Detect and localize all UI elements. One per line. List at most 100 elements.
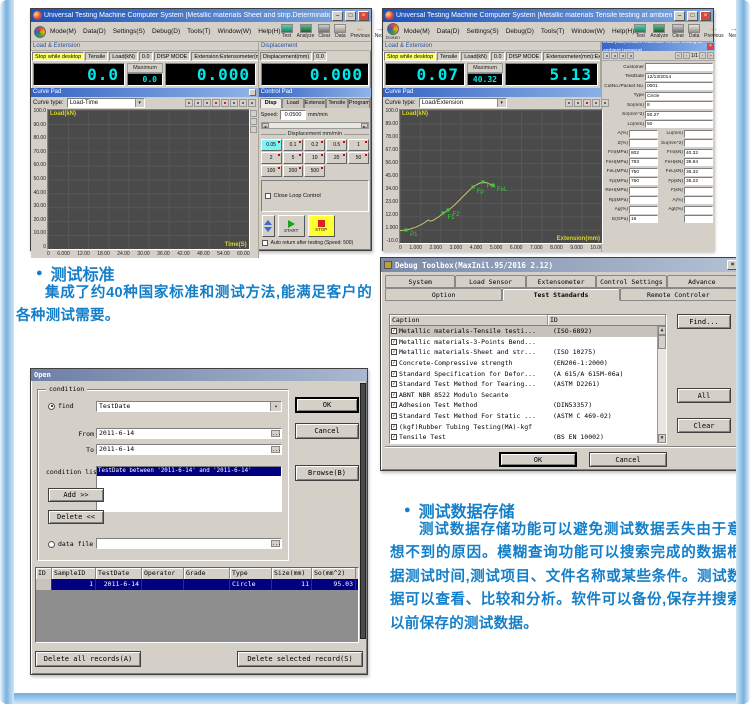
- field-input[interactable]: 0001: [645, 82, 713, 90]
- field-input[interactable]: [684, 196, 713, 204]
- previous-record-icon[interactable]: [683, 52, 690, 59]
- tool-icon[interactable]: [250, 110, 257, 117]
- all-button[interactable]: All: [677, 388, 731, 403]
- field-input[interactable]: 12/13/2014: [645, 73, 713, 81]
- list-header[interactable]: Caption ID: [390, 315, 666, 326]
- field-input[interactable]: 16: [629, 215, 658, 223]
- field-input[interactable]: [645, 63, 713, 71]
- field-input[interactable]: 36.32: [684, 168, 713, 176]
- tool-icon[interactable]: [250, 118, 257, 125]
- titlebar[interactable]: Universal Testing Machine Computer Syste…: [383, 9, 713, 22]
- column-header-3[interactable]: Operator: [142, 568, 184, 579]
- field-input[interactable]: Circle: [645, 92, 713, 100]
- column-header-0[interactable]: ID: [36, 568, 52, 579]
- field-input[interactable]: 39.84: [684, 158, 713, 166]
- checkbox-icon[interactable]: ✓: [391, 381, 397, 387]
- data-file-radio[interactable]: [48, 541, 55, 548]
- standard-row[interactable]: ✓Standard Test Method for Tearing...(AST…: [390, 379, 666, 390]
- data-file-field[interactable]: [96, 538, 282, 549]
- field-input[interactable]: [684, 187, 713, 195]
- open-icon[interactable]: [611, 52, 618, 59]
- menu-item-2[interactable]: Settings(S): [467, 28, 499, 35]
- curve-type-select[interactable]: Load-Time: [67, 98, 145, 108]
- speed-button-4[interactable]: 1: [348, 139, 369, 151]
- field-input[interactable]: [684, 139, 713, 147]
- zoom-in-icon[interactable]: [203, 99, 211, 107]
- checkbox-icon[interactable]: ✓: [391, 339, 397, 345]
- checkbox-icon[interactable]: ✓: [391, 392, 397, 398]
- menu-item-4[interactable]: Tools(T): [541, 28, 564, 35]
- control-tab-4[interactable]: Program: [348, 98, 370, 108]
- pen-icon[interactable]: [212, 99, 220, 107]
- titlebar[interactable]: Open: [31, 369, 367, 381]
- speed-button-3[interactable]: 0.5: [326, 139, 347, 151]
- field-input[interactable]: 760: [629, 177, 658, 185]
- cancel-button[interactable]: Cancel: [589, 452, 667, 467]
- tab-0[interactable]: System: [385, 275, 455, 288]
- start-button[interactable]: START: [278, 215, 305, 237]
- cursor-icon[interactable]: [185, 99, 193, 107]
- dialog-scrollbar[interactable]: [360, 383, 366, 639]
- pan-icon[interactable]: [194, 99, 202, 107]
- tab-4[interactable]: Advance: [667, 275, 737, 288]
- column-header-6[interactable]: Size(mm): [272, 568, 312, 579]
- speed-button-12[interactable]: 500: [304, 165, 325, 177]
- standard-row[interactable]: ✓Adhesion Test Method(DIN53357): [390, 400, 666, 411]
- panel-restore-icon[interactable]: [249, 89, 256, 96]
- close-loop-checkbox[interactable]: [265, 193, 271, 199]
- field-input[interactable]: [684, 130, 713, 138]
- tab-2[interactable]: Extensometer: [526, 275, 596, 288]
- minimize-button[interactable]: [674, 11, 685, 21]
- checkbox-icon[interactable]: ✓: [391, 371, 397, 377]
- save-icon[interactable]: [619, 52, 626, 59]
- checkbox-icon[interactable]: ✓: [391, 424, 397, 430]
- checkbox-icon[interactable]: ✓: [391, 413, 397, 419]
- field-input[interactable]: [684, 215, 713, 223]
- field-input[interactable]: 802: [629, 149, 658, 157]
- condition-listbox[interactable]: TestDate between '2011-6-14' and '2011-6…: [96, 466, 282, 512]
- checkbox-icon[interactable]: ✓: [391, 349, 397, 355]
- checkbox-icon[interactable]: ✓: [391, 328, 397, 334]
- speed-button-10[interactable]: 100: [261, 165, 282, 177]
- maximize-button[interactable]: [687, 11, 698, 21]
- find-field-select[interactable]: TestDate: [96, 401, 282, 412]
- standard-row[interactable]: ✓Standard Specification for Defor...(A 6…: [390, 368, 666, 379]
- toolbar-button-clear[interactable]: Clear: [672, 24, 684, 39]
- zoom-in-icon[interactable]: [574, 99, 582, 107]
- speed-button-0[interactable]: 0.05: [261, 139, 282, 151]
- auto-return-checkbox[interactable]: [262, 240, 268, 246]
- column-header-4[interactable]: Grade: [184, 568, 230, 579]
- jog-up-down-button[interactable]: [262, 215, 275, 237]
- control-tab-0[interactable]: Disp: [260, 98, 282, 108]
- refresh-icon[interactable]: [248, 99, 256, 107]
- speed-button-2[interactable]: 0.2: [304, 139, 325, 151]
- menu-item-5[interactable]: Window(W): [571, 28, 605, 35]
- print-icon[interactable]: [592, 99, 600, 107]
- cancel-button[interactable]: Cancel: [295, 423, 359, 439]
- standard-row[interactable]: ✓Concrete-Compressive strength(EN206-1:2…: [390, 358, 666, 369]
- checkbox-icon[interactable]: ✓: [391, 360, 397, 366]
- menu-item-0[interactable]: Mode(M): [50, 28, 76, 35]
- speed-button-11[interactable]: 200: [283, 165, 304, 177]
- stop-button[interactable]: STOP: [308, 215, 335, 237]
- close-icon[interactable]: [707, 43, 714, 50]
- date-picker-icon[interactable]: [271, 446, 280, 453]
- new-icon[interactable]: [603, 52, 610, 59]
- clear-button[interactable]: Clear: [677, 418, 731, 433]
- add-button[interactable]: Add >>: [48, 488, 104, 502]
- condition-item-selected[interactable]: TestDate between '2011-6-14' and '2011-6…: [97, 467, 281, 476]
- find-radio[interactable]: [48, 403, 55, 410]
- column-header-5[interactable]: Type: [230, 568, 272, 579]
- find-button[interactable]: Find...: [677, 314, 731, 329]
- speed-scrollbar[interactable]: ◄►: [261, 122, 369, 129]
- delete-selected-record-button[interactable]: Delete selected record(S): [237, 651, 363, 667]
- field-input[interactable]: 750: [629, 168, 658, 176]
- curve-type-select[interactable]: Load/Extension: [419, 98, 507, 108]
- menu-item-2[interactable]: Settings(S): [113, 28, 145, 35]
- speed-button-1[interactable]: 0.1: [283, 139, 304, 151]
- field-input[interactable]: [629, 206, 658, 214]
- id-column-header[interactable]: ID: [548, 315, 666, 325]
- menu-item-3[interactable]: Debug(D): [506, 28, 534, 35]
- menu-item-1[interactable]: Data(D): [83, 28, 106, 35]
- column-header-7[interactable]: So(mm^2): [312, 568, 356, 579]
